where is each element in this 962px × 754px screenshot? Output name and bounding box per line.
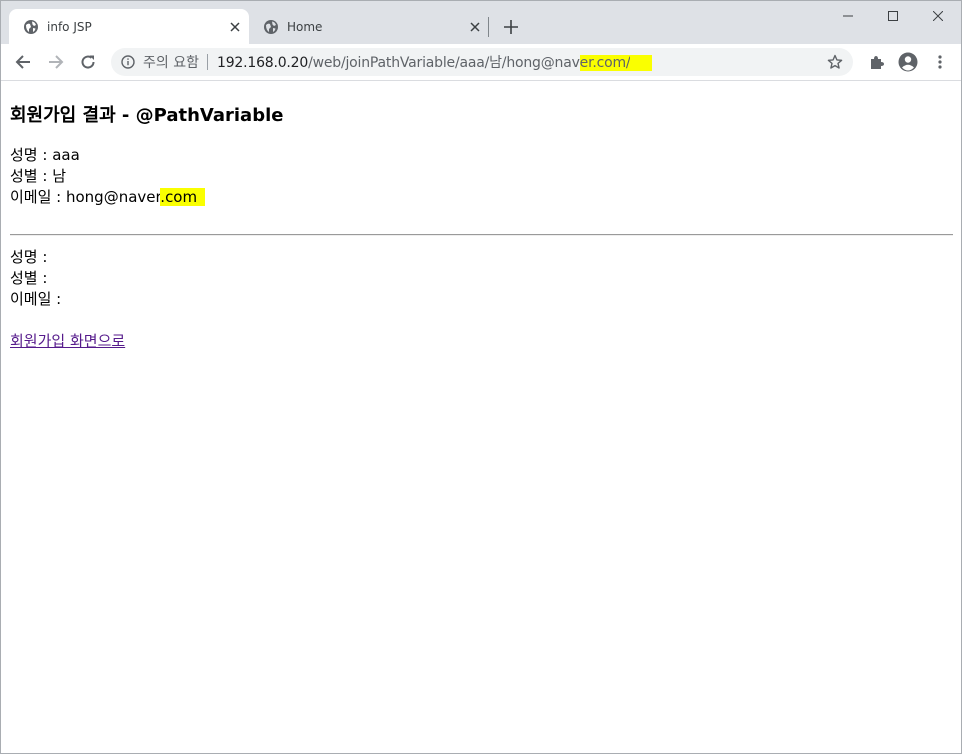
empty-email: 이메일 : (10, 290, 62, 308)
tab-title: Home (287, 19, 323, 34)
profile-button[interactable] (894, 48, 922, 76)
close-window-button[interactable] (915, 1, 960, 31)
empty-name: 성명 : (10, 248, 48, 266)
url-path: /web/joinPathVariable/aaa/남/hong@nav (308, 55, 580, 71)
forward-button[interactable] (42, 48, 70, 76)
tab-home[interactable]: Home (249, 9, 489, 44)
close-icon (932, 11, 943, 21)
tab-close-icon[interactable] (465, 17, 485, 37)
reload-button[interactable] (74, 48, 102, 76)
maximize-icon (887, 11, 898, 21)
tab-title: info JSP (47, 19, 92, 34)
divider (10, 234, 953, 236)
info-icon[interactable] (120, 54, 136, 70)
new-tab-button[interactable] (499, 15, 523, 39)
minimize-button[interactable] (825, 1, 870, 31)
result-email-text: 이메일 : hong@naver (10, 188, 161, 206)
puzzle-icon (871, 56, 884, 69)
more-vert-icon (938, 55, 942, 69)
empty-gender: 성별 : (10, 269, 48, 287)
arrow-left-icon (15, 55, 30, 69)
page-title: 회원가입 결과 - @PathVariable (10, 105, 284, 126)
extensions-button[interactable] (862, 48, 890, 76)
browser-toolbar: 주의 요함 192.168.0.20/web/joinPathVariable/… (1, 44, 961, 81)
email-highlight: .com (160, 188, 198, 206)
back-button[interactable] (9, 48, 37, 76)
result-gender: 성별 : 남 (10, 167, 66, 185)
tab-strip: info JSP Home (1, 1, 961, 44)
url-text[interactable]: 192.168.0.20/web/joinPathVariable/aaa/남/… (216, 52, 653, 72)
tab-close-icon[interactable] (225, 17, 245, 37)
back-to-join-link[interactable]: 회원가입 화면으로 (10, 330, 125, 351)
globe-icon (263, 19, 279, 35)
address-bar[interactable]: 주의 요함 192.168.0.20/web/joinPathVariable/… (111, 48, 853, 76)
security-label[interactable]: 주의 요함 (143, 52, 199, 72)
omnibox-divider (206, 54, 208, 70)
result-email: 이메일 : hong@naver.com (10, 186, 206, 207)
url-highlight: er.com/ (579, 55, 631, 71)
menu-button[interactable] (926, 48, 954, 76)
browser-window: info JSP Home 주의 요함 192.168.0.20/web/joi… (0, 0, 962, 754)
page-content: 회원가입 결과 - @PathVariable 성명 : aaa 성별 : 남 … (1, 81, 961, 753)
url-host: 192.168.0.20 (216, 55, 309, 71)
bookmark-star-icon[interactable] (825, 52, 845, 72)
tab-info-jsp[interactable]: info JSP (9, 9, 249, 44)
arrow-right-icon (49, 55, 64, 69)
account-icon (898, 52, 918, 72)
minimize-icon (842, 15, 853, 17)
result-name: 성명 : aaa (10, 146, 80, 164)
plus-icon (504, 20, 518, 34)
reload-icon (81, 55, 95, 69)
globe-icon (23, 19, 39, 35)
maximize-button[interactable] (870, 1, 915, 31)
tab-separator (488, 17, 489, 37)
